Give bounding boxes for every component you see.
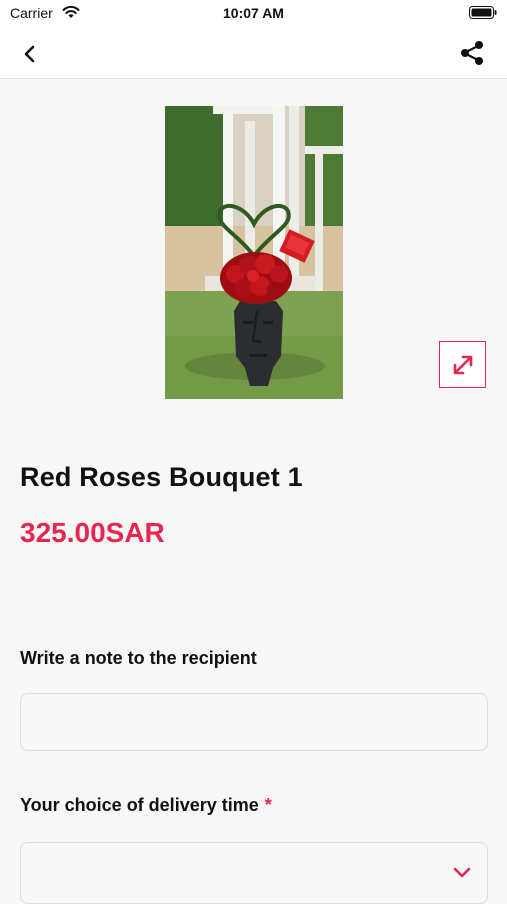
bouquet-photo	[165, 106, 343, 399]
back-button[interactable]	[16, 40, 44, 68]
delivery-time-label-text: Your choice of delivery time	[20, 795, 259, 815]
product-price: 325.00SAR	[20, 517, 165, 548]
required-mark: *	[264, 795, 272, 815]
note-label: Write a note to the recipient	[20, 648, 257, 668]
nav-bar	[0, 28, 507, 79]
expand-icon	[453, 355, 472, 374]
chevron-down-icon	[453, 867, 471, 878]
expand-image-button[interactable]	[439, 341, 486, 388]
product-title: Red Roses Bouquet 1	[20, 462, 303, 492]
clock: 10:07 AM	[223, 5, 284, 21]
share-icon	[461, 41, 483, 65]
battery-icon	[469, 6, 497, 19]
share-button[interactable]	[457, 38, 487, 68]
status-bar: Carrier 10:07 AM	[0, 0, 507, 28]
delivery-time-label: Your choice of delivery time *	[20, 795, 272, 816]
delivery-time-select[interactable]	[20, 842, 488, 904]
product-image[interactable]	[165, 106, 343, 399]
recipient-note-input[interactable]	[20, 693, 488, 751]
chevron-left-icon	[24, 45, 35, 63]
